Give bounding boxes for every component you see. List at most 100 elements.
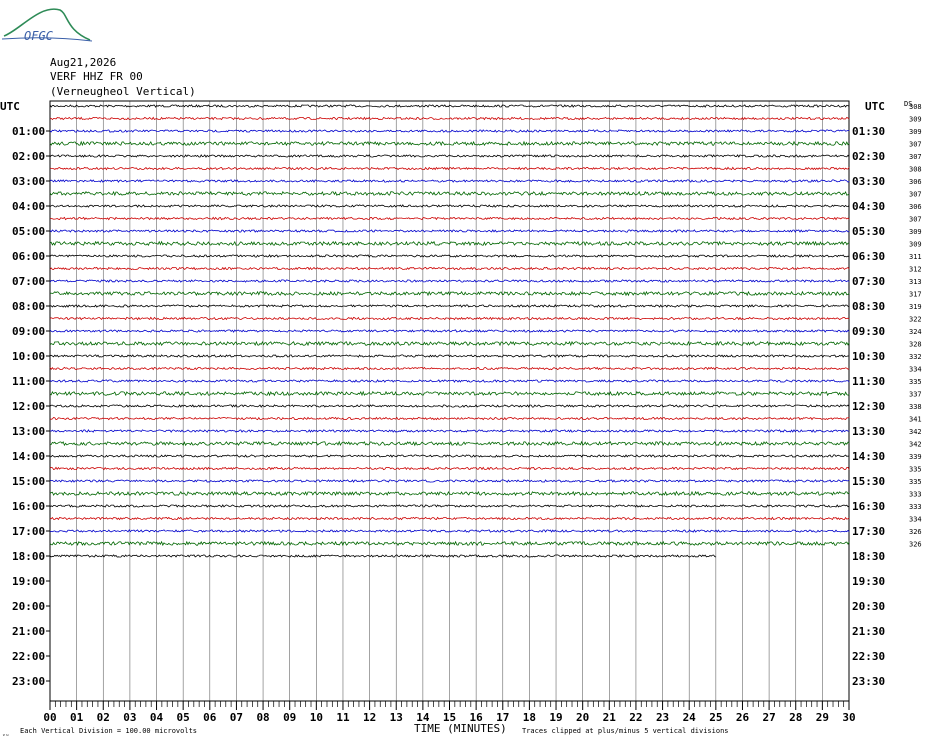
ds-value: 326 (909, 528, 922, 536)
x-tick-label: 28 (789, 711, 802, 724)
right-hour-label: 23:30 (852, 675, 885, 688)
left-hour-labels: 01:00 02:00 03:00 04:00 05:00 06:00 07:00 08:00… (12, 125, 50, 688)
right-hour-label: 19:30 (852, 575, 885, 588)
ofgc-logo: OFGC (1, 8, 93, 43)
ds-value: 312 (909, 266, 922, 274)
x-tick-label: 05 (177, 711, 190, 724)
logo-text: OFGC (24, 29, 54, 43)
x-axis-label: TIME (MINUTES) (414, 722, 507, 735)
ds-value: 342 (909, 441, 922, 449)
right-hour-label: 13:30 (852, 425, 885, 438)
minute-grid (76, 101, 823, 701)
ds-value: 333 (909, 503, 922, 511)
ds-value: 335 (909, 478, 922, 486)
left-hour-label: 20:00 (12, 600, 45, 613)
right-hour-label: 22:30 (852, 650, 885, 663)
right-hour-label: 11:30 (852, 375, 885, 388)
ds-value: 307 (909, 153, 922, 161)
ds-value: 317 (909, 291, 922, 299)
left-hour-label: 02:00 (12, 150, 45, 163)
left-utc-label: UTC (0, 100, 20, 113)
right-hour-label: 18:30 (852, 550, 885, 563)
right-hour-label: 07:30 (852, 275, 885, 288)
ds-value: 309 (909, 128, 922, 136)
left-hour-label: 07:00 (12, 275, 45, 288)
x-tick-label: 00 (43, 711, 56, 724)
right-hour-label: 08:30 (852, 300, 885, 313)
ds-value: 334 (909, 366, 922, 374)
left-hour-label: 10:00 (12, 350, 45, 363)
right-hour-label: 05:30 (852, 225, 885, 238)
left-hour-label: 21:00 (12, 625, 45, 638)
header-site: (Verneugheol Vertical) (50, 85, 196, 98)
ds-value: 309 (909, 228, 922, 236)
ds-value: 341 (909, 416, 922, 424)
left-hour-label: 18:00 (12, 550, 45, 563)
left-hour-label: 06:00 (12, 250, 45, 263)
right-hour-label: 12:30 (852, 400, 885, 413)
ds-value: 338 (909, 403, 922, 411)
ds-value: 334 (909, 516, 922, 524)
left-hour-label: 16:00 (12, 500, 45, 513)
ds-value: 337 (909, 391, 922, 399)
ds-value: 333 (909, 491, 922, 499)
left-hour-label: 13:00 (12, 425, 45, 438)
ds-value: 339 (909, 453, 922, 461)
left-hour-label: 15:00 (12, 475, 45, 488)
footer-clip-note: Traces clipped at plus/minus 5 vertical … (522, 727, 729, 735)
ds-value: 322 (909, 316, 922, 324)
x-tick-label: 06 (203, 711, 217, 724)
right-hour-label: 06:30 (852, 250, 885, 263)
x-tick-label: 11 (336, 711, 350, 724)
right-hour-label: 16:30 (852, 500, 885, 513)
x-tick-label: 01 (70, 711, 84, 724)
left-hour-label: 23:00 (12, 675, 45, 688)
x-tick-label: 30 (842, 711, 855, 724)
left-hour-label: 09:00 (12, 325, 45, 338)
x-tick-label: 21 (603, 711, 617, 724)
left-hour-label: 01:00 (12, 125, 45, 138)
right-hour-label: 20:30 (852, 600, 885, 613)
ds-value: 335 (909, 378, 922, 386)
left-hour-label: 08:00 (12, 300, 45, 313)
x-tick-label: 03 (123, 711, 136, 724)
x-tick-label: 29 (816, 711, 829, 724)
right-hour-labels: 01:30 02:30 03:30 04:30 05:30 06:30 07:30 08:30… (852, 125, 885, 688)
right-hour-label: 01:30 (852, 125, 885, 138)
right-hour-label: 09:30 (852, 325, 885, 338)
x-tick-label: 02 (97, 711, 110, 724)
header-date: Aug21,2026 (50, 56, 116, 69)
left-hour-label: 22:00 (12, 650, 45, 663)
ds-value: 306 (909, 178, 922, 186)
x-tick-label: 07 (230, 711, 243, 724)
x-axis: 00 01 02 03 04 05 06 07 08 09 10 11 12 13 14 15 16 17 18 19… (43, 701, 856, 724)
right-hour-label: 04:30 (852, 200, 885, 213)
x-tick-label: 09 (283, 711, 296, 724)
ds-value: 306 (909, 203, 922, 211)
footer-corner-mark: ᵥᵤ (2, 731, 9, 738)
ds-values: 308 309 309 307 307 308 306 307 306 307 309 309 311 3… (909, 103, 922, 549)
right-hour-label: 10:30 (852, 350, 885, 363)
x-tick-label: 19 (549, 711, 562, 724)
ds-value: 324 (909, 328, 922, 336)
ds-value: 307 (909, 216, 922, 224)
left-hour-label: 04:00 (12, 200, 45, 213)
right-hour-label: 14:30 (852, 450, 885, 463)
left-hour-label: 14:00 (12, 450, 45, 463)
x-tick-label: 13 (390, 711, 403, 724)
x-tick-label: 20 (576, 711, 589, 724)
right-hour-label: 15:30 (852, 475, 885, 488)
left-hour-label: 05:00 (12, 225, 45, 238)
header-station: VERF HHZ FR 00 (50, 70, 143, 83)
ds-value: 307 (909, 141, 922, 149)
left-hour-label: 11:00 (12, 375, 45, 388)
ds-value: 307 (909, 191, 922, 199)
right-hour-label: 21:30 (852, 625, 885, 638)
right-utc-label: UTC (865, 100, 885, 113)
footer-division-note: Each Vertical Division = 100.00 microvol… (20, 727, 197, 735)
ds-value: 332 (909, 353, 922, 361)
ds-value: 319 (909, 303, 922, 311)
helicorder-chart: OFGC Aug21,2026 VERF HHZ FR 00 (Verneugh… (0, 8, 922, 738)
ds-value: 328 (909, 341, 922, 349)
ds-value: 309 (909, 116, 922, 124)
